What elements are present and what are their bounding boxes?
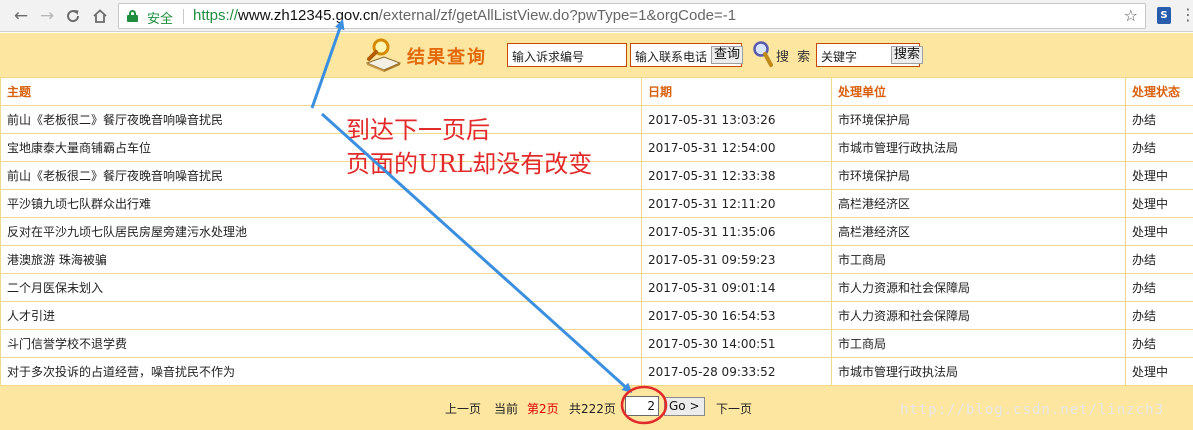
go-button[interactable]: Go > [664, 397, 705, 416]
subject-cell[interactable]: 人才引进 [0, 301, 642, 330]
extension-icon[interactable]: S [1157, 7, 1171, 24]
search-button[interactable]: 搜索 [891, 46, 924, 64]
table-row[interactable]: 斗门信誉学校不退学费 2017-05-30 14:00:51 市工商局 办结 [0, 329, 1193, 358]
address-divider [183, 9, 184, 24]
table-header-row: 主题 日期 处理单位 处理状态 [0, 77, 1193, 106]
status-cell: 办结 [1125, 301, 1193, 330]
url-path: /external/zf/getAllListView.do?pwType=1&… [378, 7, 737, 24]
date-cell: 2017-05-31 12:54:00 [641, 133, 832, 162]
department-cell: 高栏港经济区 [831, 217, 1126, 246]
current-page-prefix: 当前 [494, 402, 519, 416]
url-host: www.zh12345.gov.cn [238, 7, 379, 24]
table-row[interactable]: 平沙镇九顷七队群众出行难 2017-05-31 12:11:20 高栏港经济区 处理中 [0, 189, 1193, 218]
url-text: https://www.zh12345.gov.cn/external/zf/g… [193, 7, 736, 24]
annotation-line-2: 页面的URL却没有改变 [346, 150, 593, 178]
forward-icon[interactable]: → [36, 5, 58, 27]
subject-cell[interactable]: 斗门信誉学校不退学费 [0, 329, 642, 358]
table-row[interactable]: 宝地康泰大量商铺霸占车位 2017-05-31 12:54:00 市城市管理行政执法… [0, 133, 1193, 162]
table-row[interactable]: 二个月医保未划入 2017-05-31 09:01:14 市人力资源和社会保障局 办结 [0, 273, 1193, 302]
url-scheme: https:// [193, 7, 239, 24]
table-row[interactable]: 前山《老板很二》餐厅夜晚音响噪音扰民 2017-05-31 13:03:26 市环境… [0, 105, 1193, 134]
table-row[interactable]: 前山《老板很二》餐厅夜晚音响噪音扰民 2017-05-31 12:33:38 市环境… [0, 161, 1193, 190]
department-cell: 高栏港经济区 [831, 189, 1126, 218]
table-row[interactable]: 对于多次投诉的占道经营，噪音扰民不作为 2017-05-28 09:33:52 市城… [0, 357, 1193, 386]
browser-toolbar: ← → 安全 https://www.zh12345.gov.cn/extern… [0, 0, 1193, 32]
current-page-label: 第2页 [527, 402, 559, 416]
subject-cell[interactable]: 港澳旅游 珠海被骗 [0, 245, 642, 274]
department-cell: 市环境保护局 [831, 161, 1126, 190]
subject-cell[interactable]: 前山《老板很二》餐厅夜晚音响噪音扰民 [0, 105, 642, 134]
bookmark-star-icon[interactable]: ☆ [1124, 6, 1138, 25]
date-cell: 2017-05-30 16:54:53 [641, 301, 832, 330]
status-cell: 办结 [1125, 105, 1193, 134]
watermark-text: http://blog.csdn.net/linzch3 [900, 402, 1165, 418]
column-header-status: 处理状态 [1125, 77, 1193, 106]
search-icon [753, 41, 773, 67]
secure-label: 安全 [147, 12, 174, 27]
back-icon[interactable]: ← [10, 5, 32, 27]
status-cell: 处理中 [1125, 357, 1193, 386]
department-cell: 市人力资源和社会保障局 [831, 273, 1126, 302]
prev-page-link[interactable]: 上一页 [445, 400, 481, 417]
column-header-subject: 主题 [0, 77, 642, 106]
status-cell: 处理中 [1125, 161, 1193, 190]
complaint-number-input[interactable]: 输入诉求编号 [507, 43, 627, 67]
subject-cell[interactable]: 二个月医保未划入 [0, 273, 642, 302]
date-cell: 2017-05-28 09:33:52 [641, 357, 832, 386]
date-cell: 2017-05-31 12:11:20 [641, 189, 832, 218]
query-bar: 结果查询 输入诉求编号 输入联系电话 查询 搜 索 关键字 搜索 [0, 33, 1193, 77]
column-header-date: 日期 [641, 77, 832, 106]
department-cell: 市工商局 [831, 245, 1126, 274]
department-cell: 市工商局 [831, 329, 1126, 358]
department-cell: 市环境保护局 [831, 105, 1126, 134]
department-cell: 市城市管理行政执法局 [831, 133, 1126, 162]
table-row[interactable]: 港澳旅游 珠海被骗 2017-05-31 09:59:23 市工商局 办结 [0, 245, 1193, 274]
page-number-input[interactable]: 2 [625, 396, 659, 416]
department-cell: 市城市管理行政执法局 [831, 357, 1126, 386]
page-title: 结果查询 [407, 47, 487, 68]
lock-icon [127, 10, 138, 22]
status-cell: 办结 [1125, 329, 1193, 358]
date-cell: 2017-05-31 09:59:23 [641, 245, 832, 274]
date-cell: 2017-05-31 13:03:26 [641, 105, 832, 134]
annotation-line-1: 到达下一页后 [346, 116, 490, 144]
results-table: 主题 日期 处理单位 处理状态 前山《老板很二》餐厅夜晚音响噪音扰民 2017-0… [0, 77, 1193, 386]
subject-cell[interactable]: 平沙镇九顷七队群众出行难 [0, 189, 642, 218]
address-bar[interactable]: 安全 https://www.zh12345.gov.cn/external/z… [118, 3, 1146, 29]
total-pages-label: 共222页 [569, 402, 616, 416]
date-cell: 2017-05-31 12:33:38 [641, 161, 832, 190]
pagination-bar: 上一页 当前 第2页 共222页 2 Go > 下一页 http://blog.… [0, 386, 1193, 430]
date-cell: 2017-05-31 09:01:14 [641, 273, 832, 302]
table-row[interactable]: 反对在平沙九顷七队居民房屋旁建污水处理池 2017-05-31 11:35:06 高… [0, 217, 1193, 246]
magnifier-book-icon [365, 38, 402, 72]
status-cell: 处理中 [1125, 217, 1193, 246]
column-header-department: 处理单位 [831, 77, 1126, 106]
date-cell: 2017-05-30 14:00:51 [641, 329, 832, 358]
subject-cell[interactable]: 对于多次投诉的占道经营，噪音扰民不作为 [0, 357, 642, 386]
status-cell: 办结 [1125, 133, 1193, 162]
home-icon[interactable] [89, 5, 111, 27]
search-label: 搜 索 [776, 50, 813, 65]
subject-cell[interactable]: 反对在平沙九顷七队居民房屋旁建污水处理池 [0, 217, 642, 246]
status-cell: 办结 [1125, 245, 1193, 274]
date-cell: 2017-05-31 11:35:06 [641, 217, 832, 246]
status-cell: 办结 [1125, 273, 1193, 302]
next-page-link[interactable]: 下一页 [716, 400, 752, 417]
query-button[interactable]: 查询 [711, 46, 744, 64]
reload-icon[interactable] [62, 5, 84, 27]
table-row[interactable]: 人才引进 2017-05-30 16:54:53 市人力资源和社会保障局 办结 [0, 301, 1193, 330]
status-cell: 处理中 [1125, 189, 1193, 218]
browser-menu-icon[interactable]: ⋮ [1180, 6, 1193, 24]
department-cell: 市人力资源和社会保障局 [831, 301, 1126, 330]
